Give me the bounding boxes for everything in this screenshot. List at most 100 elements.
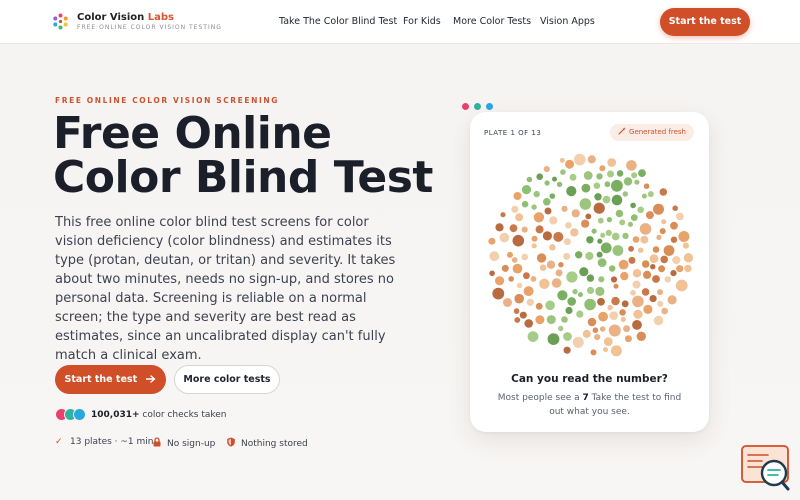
start-test-button[interactable]: Start the test (55, 365, 166, 394)
plate-dot (628, 256, 636, 264)
lock-icon (153, 437, 161, 447)
plate-dot (653, 203, 664, 215)
plate-dot (523, 272, 530, 280)
shield-icon (227, 437, 235, 447)
plate-dot (577, 292, 583, 298)
plate-dot (501, 264, 509, 272)
plate-dot (596, 173, 603, 180)
plate-dot (611, 232, 620, 241)
plate-dot (619, 219, 626, 226)
plate-dot (535, 225, 544, 234)
plate-dot (622, 232, 629, 240)
plate-dot (638, 247, 644, 253)
plate-dot (544, 207, 552, 215)
plate-dot (572, 288, 578, 295)
nav-vision-apps[interactable]: Vision Apps (540, 16, 595, 27)
nav-color-blind-test[interactable]: Take The Color Blind Test (279, 16, 397, 27)
plate-dot (632, 269, 642, 278)
plate-dot (631, 172, 638, 179)
plate-dot (628, 245, 634, 252)
plate-dot (616, 170, 624, 177)
plate-dot (660, 255, 668, 264)
plate-dot (509, 224, 518, 233)
plate-dot (524, 319, 533, 328)
plate-dot (558, 325, 564, 332)
plate-dot (632, 280, 641, 289)
nav-more-color-tests[interactable]: More Color Tests (453, 16, 531, 27)
plate-dot (566, 271, 578, 283)
plate-dot (519, 311, 527, 319)
plate-dot (531, 235, 538, 242)
plate-dot (641, 193, 647, 199)
plate-dot (552, 176, 557, 182)
plate-dot (500, 212, 506, 218)
plate-dot (613, 283, 619, 289)
plate-dot (663, 245, 675, 256)
checks-taken-stat: 100,031+ color checks taken (91, 410, 227, 420)
plate-dot (621, 300, 629, 308)
plate-dot (569, 173, 577, 181)
ishihara-plate (488, 153, 694, 357)
plate-dot (676, 265, 684, 273)
plate-dot (643, 270, 652, 279)
plate-dot (637, 206, 644, 214)
plate-dot (670, 270, 677, 277)
more-color-tests-button[interactable]: More color tests (174, 365, 280, 394)
plate-dot (650, 264, 656, 270)
nav-for-kids[interactable]: For Kids (403, 16, 441, 27)
plate-dot (599, 326, 606, 332)
plate-dot (512, 263, 523, 274)
plate-dot (609, 311, 619, 320)
plate-dot (535, 302, 543, 310)
plate-counter: PLATE 1 OF 13 (484, 129, 542, 137)
plate-dot (598, 276, 605, 283)
plate-dot (658, 265, 666, 273)
plate-dot (507, 251, 513, 258)
plate-dot (597, 258, 607, 267)
plate-dot (546, 260, 556, 269)
plate-dot (587, 317, 597, 327)
plate-dot (632, 320, 642, 330)
plate-dot (576, 310, 584, 318)
plate-dot (609, 265, 616, 272)
plate-dot (598, 311, 608, 322)
plate-dot (542, 231, 552, 241)
plate-dot (536, 173, 543, 180)
plate-dot (643, 183, 650, 189)
plate-dot (645, 211, 654, 220)
plate-dot (585, 251, 594, 261)
plate-dot (489, 270, 495, 277)
plate-dot (638, 169, 646, 177)
plate-dot (546, 315, 556, 325)
rainbow-dots-icon[interactable] (52, 13, 69, 30)
plate-dot (549, 216, 558, 225)
plate-dot (675, 279, 688, 292)
plate-dot (516, 282, 523, 289)
chat-search-icon[interactable] (740, 445, 792, 491)
plate-dot (632, 236, 640, 243)
plate-dot (602, 195, 611, 204)
plate-dot (591, 228, 597, 234)
plate-dot (657, 289, 663, 296)
plate-dot (593, 202, 605, 214)
plate-dot (499, 232, 510, 243)
plate-dot (647, 191, 654, 198)
plate-dot (535, 315, 545, 325)
plate-dot (495, 223, 504, 232)
plate-dot (684, 264, 692, 273)
plate-dot (521, 185, 532, 195)
plate-dot (652, 275, 660, 283)
plate-dot (547, 333, 560, 345)
header-start-test-button[interactable]: Start the test (660, 8, 750, 36)
brand-name[interactable]: Color Vision Labs (77, 12, 174, 23)
plate-dot (566, 186, 577, 197)
plate-dot (584, 298, 596, 311)
plate-dot (521, 200, 529, 208)
brand-name-accent: Labs (147, 12, 174, 23)
plate-dot (618, 259, 629, 270)
plate-dot (531, 243, 537, 249)
plate-dot (572, 336, 584, 348)
hero-eyebrow: FREE ONLINE COLOR VISION SCREENING (55, 96, 280, 105)
plate-dot (659, 228, 666, 235)
plate-dot (623, 325, 631, 333)
